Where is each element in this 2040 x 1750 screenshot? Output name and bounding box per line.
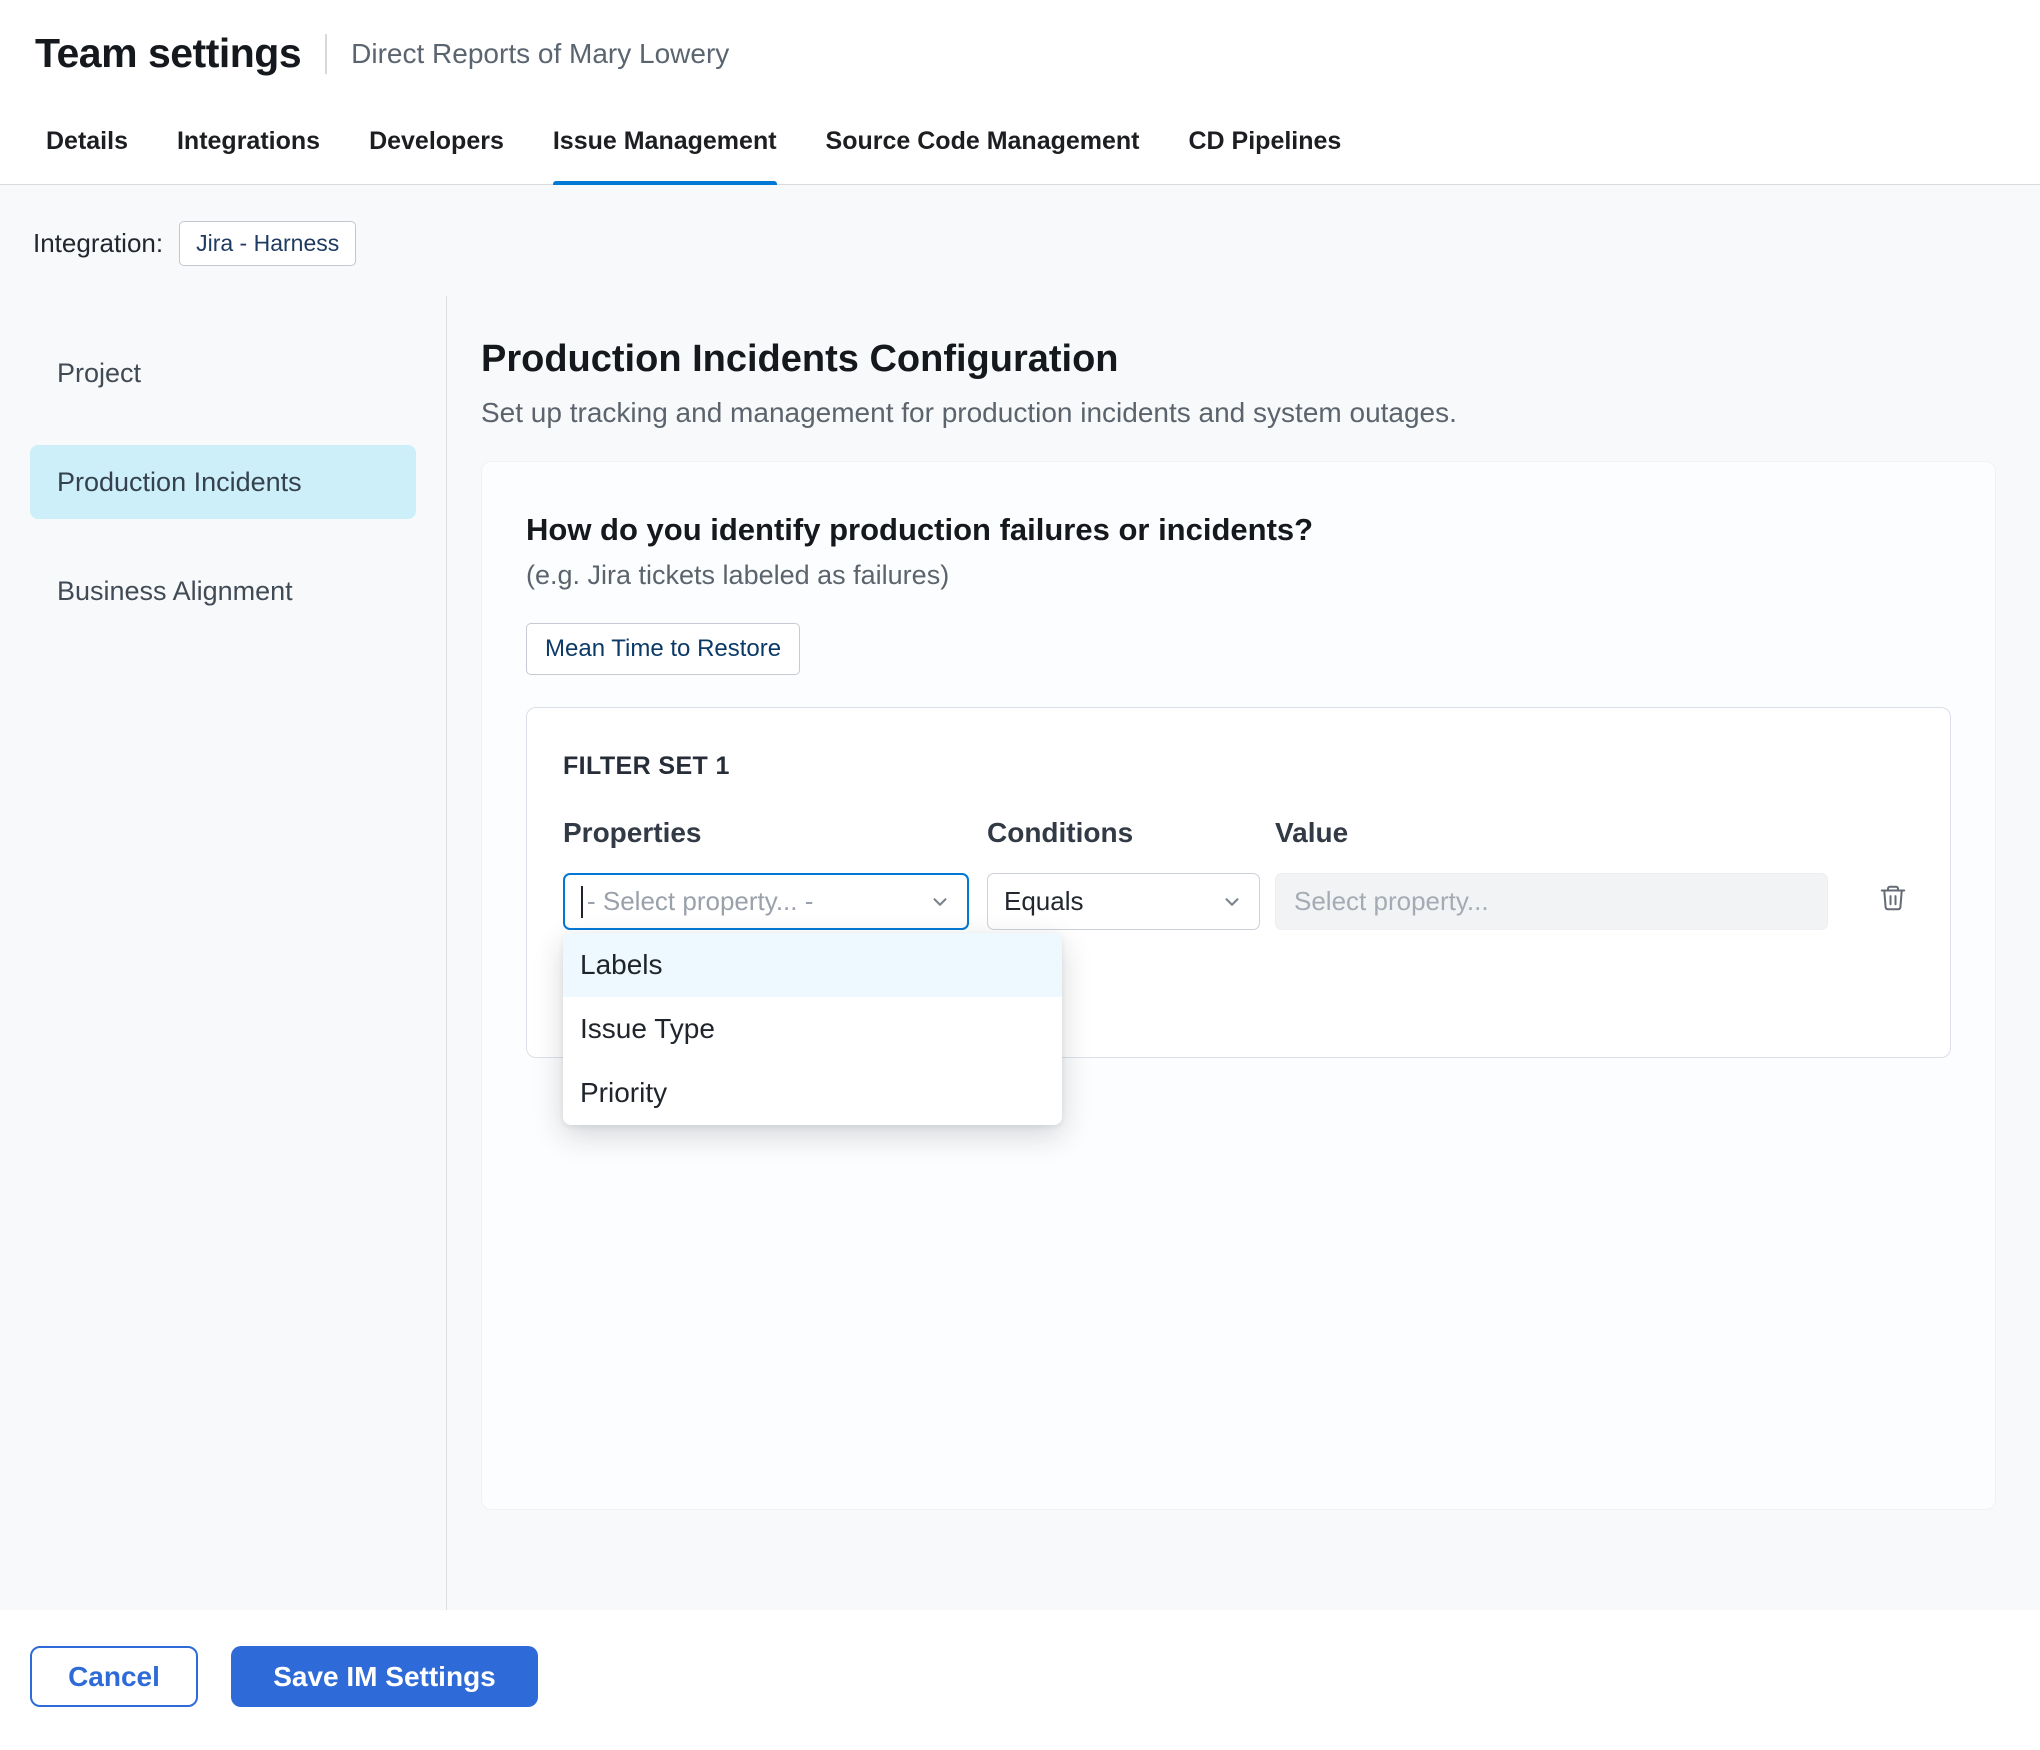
page-subtitle: Direct Reports of Mary Lowery — [351, 38, 729, 70]
settings-sidebar: Project Production Incidents Business Al… — [0, 296, 447, 1610]
chevron-down-icon — [1221, 891, 1243, 913]
integration-row: Integration: Jira - Harness — [0, 185, 2040, 296]
property-select-placeholder: - Select property... - — [587, 886, 813, 917]
content-area: Integration: Jira - Harness Project Prod… — [0, 185, 2040, 1610]
trash-column — [1872, 817, 1914, 930]
tab-source-code-management[interactable]: Source Code Management — [826, 101, 1140, 184]
section-title: Production Incidents Configuration — [481, 338, 1996, 381]
tab-integrations[interactable]: Integrations — [177, 101, 320, 184]
dropdown-option-labels[interactable]: Labels — [563, 933, 1062, 997]
conditions-column: Conditions Equals — [987, 817, 1260, 930]
condition-select[interactable]: Equals — [987, 873, 1260, 930]
save-im-settings-button[interactable]: Save IM Settings — [231, 1646, 538, 1707]
integration-label: Integration: — [33, 228, 163, 259]
main-panel: Production Incidents Configuration Set u… — [447, 296, 2040, 1610]
settings-body: Project Production Incidents Business Al… — [0, 296, 2040, 1610]
title-separator — [325, 34, 327, 74]
properties-column: Properties - Select property... - — [563, 817, 969, 930]
page-header: Team settings Direct Reports of Mary Low… — [0, 0, 2040, 101]
tab-cd-pipelines[interactable]: CD Pipelines — [1189, 101, 1342, 184]
filter-row: Properties - Select property... - — [563, 817, 1914, 930]
chevron-down-icon — [929, 891, 951, 913]
properties-column-header: Properties — [563, 817, 969, 849]
incidents-config-card: How do you identify production failures … — [481, 461, 1996, 1510]
tab-developers[interactable]: Developers — [369, 101, 504, 184]
page-title: Team settings — [35, 30, 301, 77]
sidebar-item-project[interactable]: Project — [30, 336, 416, 410]
integration-chip[interactable]: Jira - Harness — [179, 221, 356, 266]
value-column-header: Value — [1275, 817, 1828, 849]
trash-icon[interactable] — [1872, 869, 1914, 926]
section-subtitle: Set up tracking and management for produ… — [481, 397, 1996, 429]
tab-issue-management[interactable]: Issue Management — [553, 101, 777, 184]
sidebar-item-production-incidents[interactable]: Production Incidents — [30, 445, 416, 519]
tab-details[interactable]: Details — [46, 101, 128, 184]
tab-bar: Details Integrations Developers Issue Ma… — [0, 101, 2040, 185]
filter-set-card: FILTER SET 1 Properties - Select propert… — [526, 707, 1951, 1058]
value-input[interactable] — [1275, 873, 1828, 930]
team-settings-page: Team settings Direct Reports of Mary Low… — [0, 0, 2040, 1750]
text-cursor — [581, 886, 583, 918]
condition-select-value: Equals — [1004, 886, 1084, 917]
dropdown-option-priority[interactable]: Priority — [563, 1061, 1062, 1125]
property-dropdown-menu: Labels Issue Type Priority — [563, 933, 1062, 1125]
config-hint: (e.g. Jira tickets labeled as failures) — [526, 560, 1951, 591]
sidebar-item-business-alignment[interactable]: Business Alignment — [30, 554, 416, 628]
dropdown-option-issue-type[interactable]: Issue Type — [563, 997, 1062, 1061]
filter-set-title: FILTER SET 1 — [563, 752, 1914, 781]
config-question: How do you identify production failures … — [526, 512, 1951, 548]
mean-time-to-restore-tab[interactable]: Mean Time to Restore — [526, 623, 800, 675]
property-select[interactable]: - Select property... - — [563, 873, 969, 930]
cancel-button[interactable]: Cancel — [30, 1646, 198, 1707]
footer-bar: Cancel Save IM Settings — [0, 1610, 2040, 1750]
value-column: Value — [1275, 817, 1828, 930]
conditions-column-header: Conditions — [987, 817, 1260, 849]
